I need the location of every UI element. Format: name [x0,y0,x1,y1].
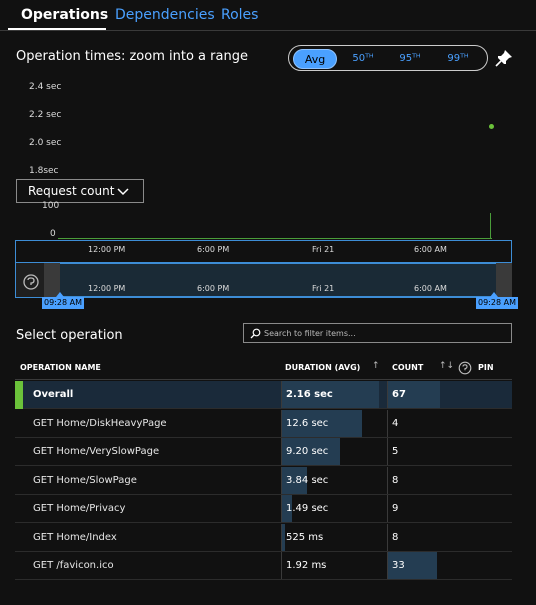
percentile-50[interactable]: 50ᵀᴴ [341,49,385,69]
column-divider [387,495,388,522]
x-tick-label: Fri 21 [312,245,335,254]
operation-count: 8 [392,474,399,486]
column-divider [387,466,388,494]
y-tick-label: 2.2 sec [29,110,62,120]
x-tick-label: 6:00 AM [414,245,447,254]
metric-dropdown-value: Request count [28,184,115,198]
selected-row-accent [15,381,23,409]
operation-duration: 525 ms [286,531,324,543]
column-divider [387,438,388,465]
chart-title: Operation times: zoom into a range [16,49,248,64]
operation-duration: 12.6 sec [286,417,329,429]
data-point [489,124,494,129]
column-divider [281,381,282,408]
tab-operations[interactable]: Operations [21,7,108,23]
operation-duration: 9.20 sec [286,446,329,457]
y-tick-label: 2.0 sec [29,138,62,148]
column-divider [387,409,388,437]
range-end-label: 09:28 AM [476,297,518,309]
table-row[interactable]: GET Home/DiskHeavyPage 12.6 sec 4 [15,409,512,438]
brush-tick-label: 12:00 PM [88,284,126,293]
percentile-95[interactable]: 95ᵀᴴ [388,49,432,69]
brush-tick-label: Fri 21 [312,284,335,293]
column-header-pin: PIN [478,363,494,372]
table-row[interactable]: GET Home/SlowPage 3.84 sec 8 [15,466,512,495]
table-row[interactable]: GET Home/Index 525 ms 8 [15,523,512,552]
y-tick-label: 2.4 sec [29,82,62,92]
operation-count: 4 [392,417,399,429]
operation-count: 67 [392,389,406,400]
range-handle-right[interactable] [496,263,512,297]
column-divider [281,438,282,465]
percentile-99[interactable]: 99ᵀᴴ [436,49,480,69]
brush-tick-label: 6:00 AM [414,284,447,293]
chevron-down-icon [117,188,129,196]
operation-name: Overall [33,389,74,400]
sort-toggle-icon[interactable]: ↑↓ [439,361,454,371]
table-header: OPERATION NAME DURATION (AVG) ↑ COUNT ↑↓… [15,356,512,380]
percentile-avg[interactable]: Avg [293,49,337,69]
operation-duration: 1.92 ms [286,560,327,571]
column-header-count[interactable]: COUNT [392,363,423,372]
operation-name: GET /favicon.ico [33,560,114,571]
x-tick-label: 12:00 PM [88,245,126,254]
reset-range-icon[interactable] [22,273,40,291]
operation-name: GET Home/VerySlowPage [33,446,160,457]
x-tick-label: 6:00 PM [197,245,230,254]
operation-duration: 2.16 sec [286,389,333,400]
operation-name: GET Home/SlowPage [33,474,137,486]
request-count-line [58,238,492,239]
column-divider [281,495,282,522]
pin-icon[interactable] [494,48,514,68]
table-row[interactable]: GET /favicon.ico 1.92 ms 33 [15,552,512,580]
column-divider [281,409,282,437]
column-divider [281,552,282,579]
metric-dropdown[interactable]: Request count [16,179,144,203]
column-header-operation-name[interactable]: OPERATION NAME [20,363,101,372]
count-tick-label: 0 [50,229,56,239]
table-row[interactable]: GET Home/Privacy 1.49 sec 9 [15,495,512,523]
range-start-label: 09:28 AM [42,297,84,309]
column-divider [387,552,388,579]
operation-count: 33 [392,560,405,571]
operation-count: 8 [392,531,399,543]
request-count-spike [490,213,491,239]
duration-bar [282,523,285,551]
operation-name: GET Home/Index [33,531,117,543]
operation-name: GET Home/Privacy [33,503,126,514]
column-divider [281,523,282,551]
column-divider [281,466,282,494]
operation-count: 5 [392,446,399,457]
count-tick-label: 100 [42,201,60,211]
y-tick-label: 1.8sec [29,166,59,176]
operation-duration: 3.84 sec [286,474,329,486]
brush-tick-label: 6:00 PM [197,284,230,293]
filter-box [243,323,512,343]
help-icon[interactable] [458,361,472,375]
select-operation-title: Select operation [16,328,123,343]
sort-up-icon[interactable]: ↑ [372,361,380,371]
table-row[interactable]: GET Home/VerySlowPage 9.20 sec 5 [15,438,512,466]
operation-duration: 1.49 sec [286,503,329,514]
tab-bar: Operations Dependencies Roles [0,0,536,31]
tab-roles[interactable]: Roles [221,7,258,23]
operation-count: 9 [392,503,399,514]
active-tab-indicator [8,28,106,30]
tab-dependencies[interactable]: Dependencies [115,7,215,23]
percentile-selector: Avg 50ᵀᴴ 95ᵀᴴ 99ᵀᴴ [288,45,488,71]
operation-name: GET Home/DiskHeavyPage [33,417,167,429]
column-divider [387,523,388,551]
search-icon [250,328,261,339]
filter-input[interactable] [264,326,504,341]
column-header-duration[interactable]: DURATION (AVG) [285,363,360,372]
table-row[interactable]: Overall 2.16 sec 67 [15,381,512,409]
column-divider [387,381,388,408]
